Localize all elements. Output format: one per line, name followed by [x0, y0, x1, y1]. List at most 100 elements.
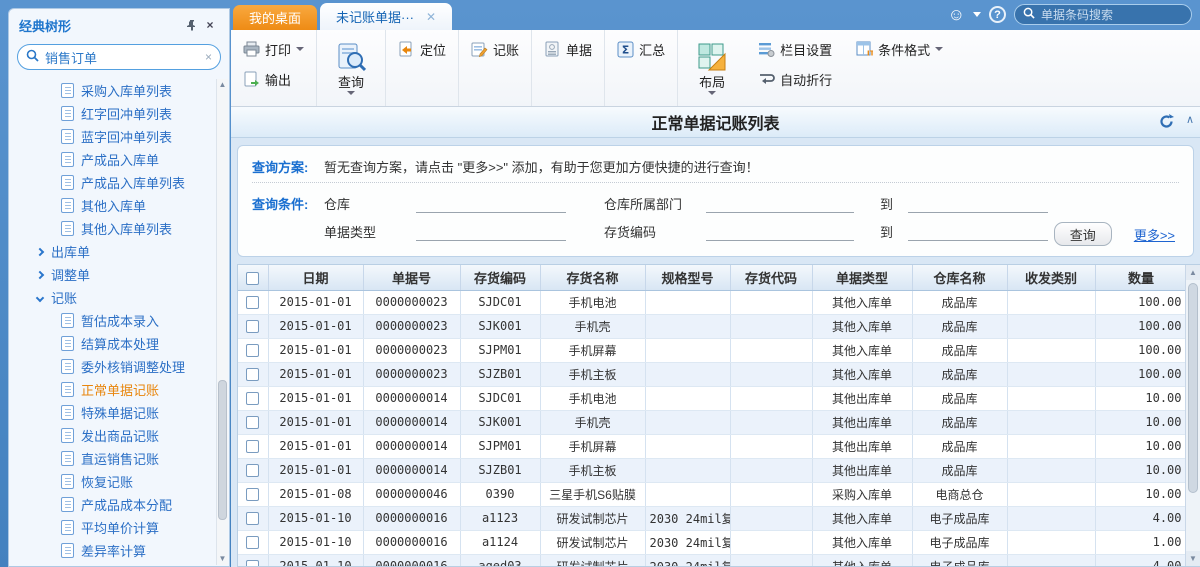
sidebar-search-input[interactable]: 销售订单 × [17, 44, 221, 70]
auto-wrap-button[interactable]: 自动折行 [754, 64, 836, 94]
scroll-up-icon[interactable]: ▲ [217, 79, 228, 91]
post-button[interactable]: 记账 [467, 34, 523, 64]
search-query-button[interactable]: 查询 [1054, 222, 1112, 246]
query-button[interactable]: 查询 [325, 34, 377, 102]
tree-item[interactable]: 期末处理 [9, 562, 217, 566]
warehouse-input[interactable] [416, 197, 566, 213]
locate-button[interactable]: 定位 [394, 34, 450, 64]
row-checkbox[interactable] [246, 464, 259, 477]
layout-button[interactable]: 布局 [686, 34, 738, 102]
table-row[interactable]: 2015-01-0800000000460390三星手机S6贴膜采购入库单电商总… [238, 482, 1187, 506]
row-checkbox[interactable] [246, 344, 259, 357]
table-row[interactable]: 2015-01-010000000014SJPM01手机屏幕其他出库单成品库10… [238, 434, 1187, 458]
tree-item[interactable]: 其他入库单列表 [9, 217, 217, 240]
column-header[interactable]: 数量 [1095, 265, 1187, 290]
doctype-input[interactable] [416, 225, 566, 241]
export-button[interactable]: 输出 [239, 64, 308, 94]
table-row[interactable]: 2015-01-010000000023SJPM01手机屏幕其他入库单成品库10… [238, 338, 1187, 362]
conditional-format-button[interactable]: IT 条件格式 [852, 34, 947, 64]
print-button[interactable]: 打印 [239, 34, 308, 64]
table-row[interactable]: 2015-01-010000000023SJK001手机壳其他入库单成品库100… [238, 314, 1187, 338]
tree-item[interactable]: 其他入库单 [9, 194, 217, 217]
tree-item[interactable]: 委外核销调整处理 [9, 355, 217, 378]
table-row[interactable]: 2015-01-010000000014SJDC01手机电池其他出库单成品库10… [238, 386, 1187, 410]
sidebar-close-icon[interactable]: × [201, 16, 219, 34]
column-header[interactable]: 日期 [268, 265, 363, 290]
row-checkbox[interactable] [246, 392, 259, 405]
tree-item[interactable]: 产成品成本分配 [9, 493, 217, 516]
more-link[interactable]: 更多>> [1134, 225, 1175, 244]
tree-item[interactable]: 差异率计算 [9, 539, 217, 562]
row-checkbox[interactable] [246, 536, 259, 549]
document-button[interactable]: 单据 [540, 34, 596, 64]
tree-item[interactable]: 产成品入库单列表 [9, 171, 217, 194]
column-header[interactable]: 单据号 [363, 265, 460, 290]
tree-item[interactable]: 平均单价计算 [9, 516, 217, 539]
scroll-thumb[interactable] [1188, 283, 1198, 493]
table-row[interactable]: 2015-01-100000000016a1123研发试制芯片2030 24mi… [238, 506, 1187, 530]
column-header[interactable]: 仓库名称 [912, 265, 1007, 290]
table-row[interactable]: 2015-01-100000000016a1124研发试制芯片2030 24mi… [238, 530, 1187, 554]
select-all-checkbox[interactable] [246, 272, 259, 285]
refresh-icon[interactable] [1159, 114, 1174, 132]
chevron-right-icon[interactable] [36, 270, 44, 278]
column-header[interactable]: 存货代码 [730, 265, 812, 290]
table-row[interactable]: 2015-01-010000000023SJDC01手机电池其他入库单成品库10… [238, 290, 1187, 314]
layout-caret-icon[interactable] [708, 91, 716, 95]
column-header[interactable]: 收发类别 [1007, 265, 1095, 290]
tree-item[interactable]: 蓝字回冲单列表 [9, 125, 217, 148]
pin-icon[interactable] [183, 16, 201, 34]
row-checkbox[interactable] [246, 416, 259, 429]
row-checkbox[interactable] [246, 320, 259, 333]
tree-scrollbar[interactable]: ▲ ▼ [216, 79, 228, 565]
scroll-thumb[interactable] [218, 380, 227, 520]
tab-unposted-documents[interactable]: 未记账单据··· ✕ [320, 3, 452, 30]
summary-button[interactable]: Σ 汇总 [613, 34, 669, 64]
row-checkbox[interactable] [246, 296, 259, 309]
table-row[interactable]: 2015-01-010000000014SJK001手机壳其他出库单成品库10.… [238, 410, 1187, 434]
tree-item[interactable]: 特殊单据记账 [9, 401, 217, 424]
scroll-down-icon[interactable]: ▼ [217, 553, 228, 565]
tree-item[interactable]: 恢复记账 [9, 470, 217, 493]
query-caret-icon[interactable] [347, 91, 355, 95]
tree-item[interactable]: 采购入库单列表 [9, 79, 217, 102]
tree-item[interactable]: 记账 [9, 286, 217, 309]
table-row[interactable]: 2015-01-010000000014SJZB01手机主板其他出库单成品库10… [238, 458, 1187, 482]
column-header[interactable]: 单据类型 [812, 265, 912, 290]
tree-item[interactable]: 直运销售记账 [9, 447, 217, 470]
user-menu-caret-icon[interactable] [973, 12, 981, 17]
column-settings-button[interactable]: 栏目设置 [754, 34, 836, 64]
column-header[interactable]: 规格型号 [645, 265, 730, 290]
print-caret-icon[interactable] [296, 47, 304, 51]
table-scrollbar[interactable]: ▲ ▼ [1185, 265, 1200, 566]
scroll-up-icon[interactable]: ▲ [1186, 265, 1200, 280]
tree-item[interactable]: 发出商品记账 [9, 424, 217, 447]
tree-item[interactable]: 调整单 [9, 263, 217, 286]
chevron-right-icon[interactable] [36, 247, 44, 255]
column-header[interactable]: 存货编码 [460, 265, 540, 290]
conditional-format-caret-icon[interactable] [935, 47, 943, 51]
tree-item[interactable]: 结算成本处理 [9, 332, 217, 355]
warehouse-dept-input[interactable] [706, 197, 854, 213]
table-row[interactable]: 2015-01-010000000023SJZB01手机主板其他入库单成品库10… [238, 362, 1187, 386]
user-smiley-icon[interactable]: ☺ [948, 6, 965, 23]
collapse-chevron-icon[interactable]: ∧ [1186, 113, 1194, 126]
warehouse-dept-to-input[interactable] [908, 197, 1048, 213]
chevron-down-icon[interactable] [36, 293, 44, 301]
tab-my-desktop[interactable]: 我的桌面 [233, 5, 317, 30]
scroll-down-icon[interactable]: ▼ [1186, 551, 1200, 566]
search-clear-icon[interactable]: × [205, 50, 212, 64]
tree-item[interactable]: 产成品入库单 [9, 148, 217, 171]
tree-item[interactable]: 暂估成本录入 [9, 309, 217, 332]
row-checkbox[interactable] [246, 488, 259, 501]
row-checkbox[interactable] [246, 560, 259, 567]
tab-close-icon[interactable]: ✕ [426, 10, 436, 24]
row-checkbox[interactable] [246, 512, 259, 525]
tree-item[interactable]: 出库单 [9, 240, 217, 263]
row-checkbox[interactable] [246, 440, 259, 453]
invcode-input[interactable] [706, 225, 854, 241]
tree-item[interactable]: 红字回冲单列表 [9, 102, 217, 125]
barcode-search-input[interactable]: 单据条码搜索 [1014, 4, 1192, 25]
row-checkbox[interactable] [246, 368, 259, 381]
invcode-to-input[interactable] [908, 225, 1048, 241]
